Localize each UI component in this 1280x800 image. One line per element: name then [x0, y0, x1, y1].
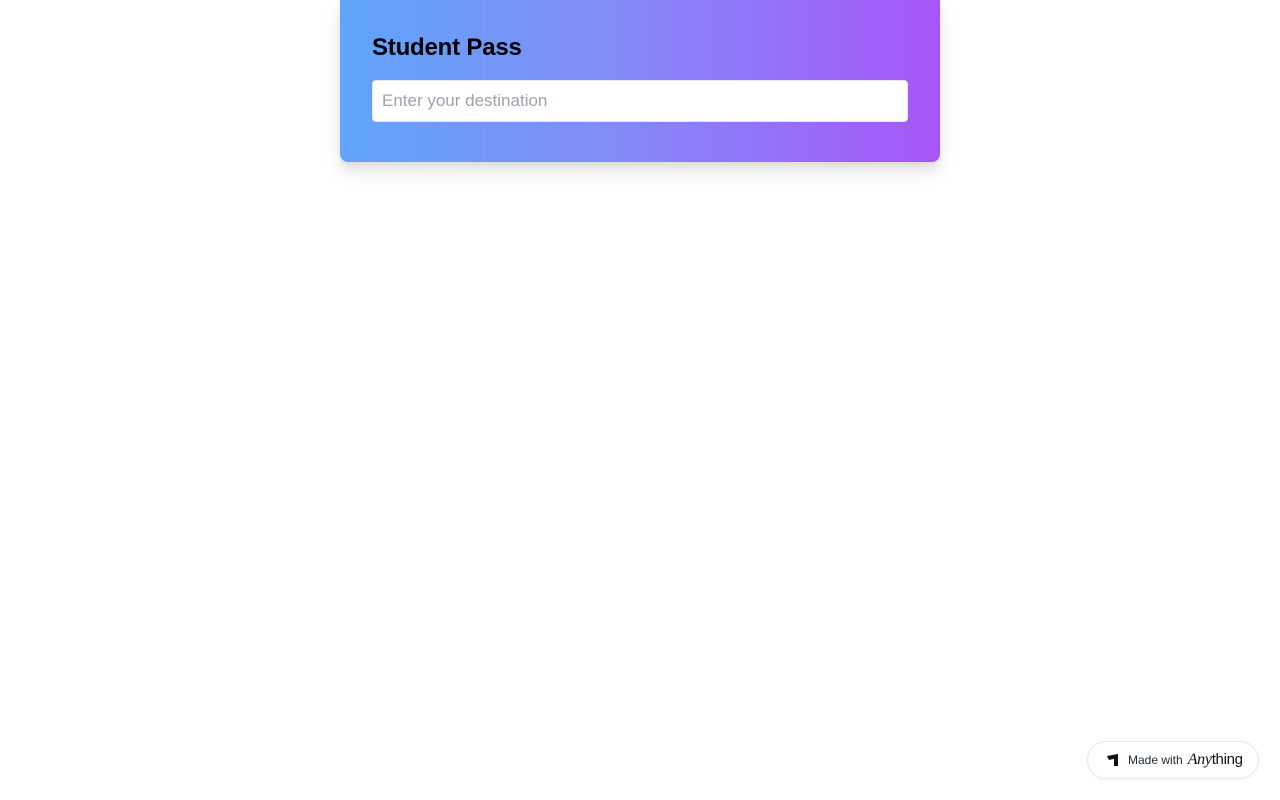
badge-prefix-text: Made with [1128, 753, 1183, 767]
destination-input[interactable] [372, 80, 908, 122]
student-pass-card: Student Pass [340, 0, 940, 162]
page: Student Pass Made with Anything [0, 0, 1280, 800]
card-title: Student Pass [372, 34, 522, 61]
badge-brand-name: Anything [1188, 751, 1243, 769]
brand-part-thing: thing [1211, 751, 1243, 768]
made-with-anything-badge[interactable]: Made with Anything [1087, 741, 1259, 779]
brand-part-any: Any [1187, 751, 1212, 768]
anything-logo-icon [1106, 753, 1120, 767]
